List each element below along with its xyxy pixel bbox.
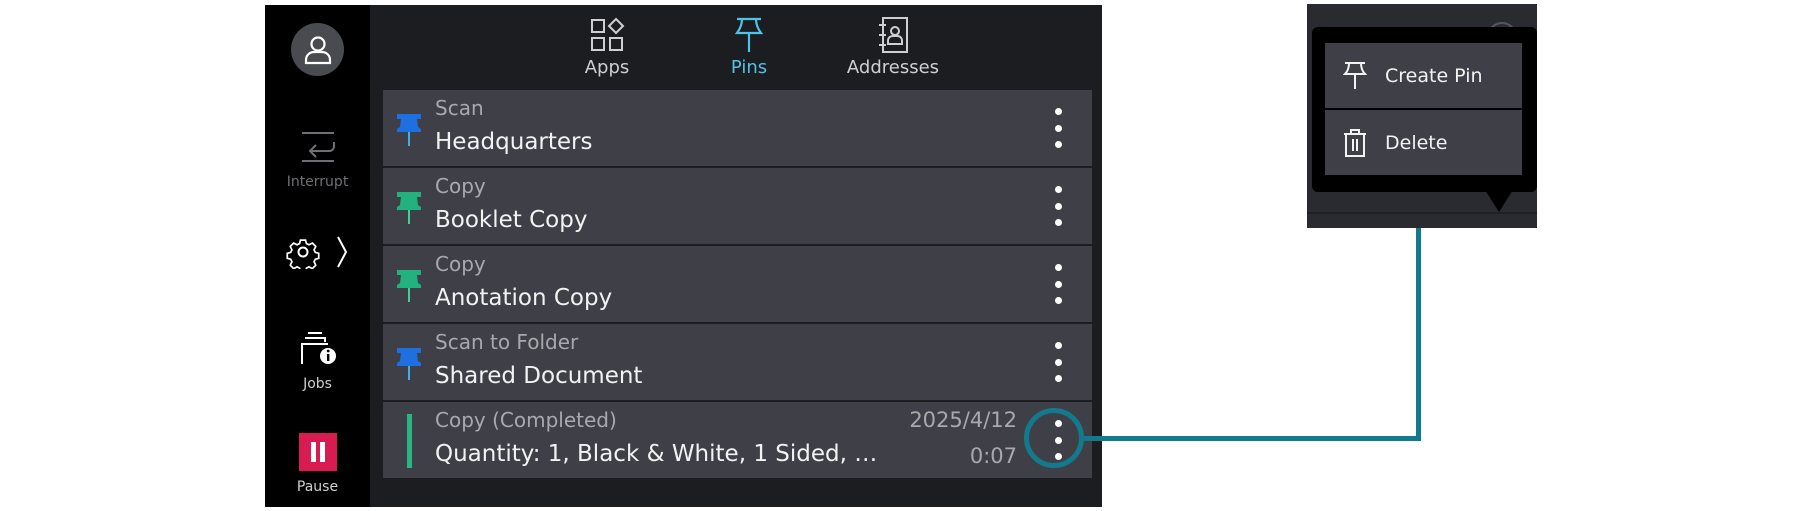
item-type: Scan to Folder — [435, 330, 579, 354]
more-options-button[interactable] — [1050, 108, 1066, 148]
highlight-circle — [1024, 408, 1084, 468]
pins-list: Scan Headquarters Copy Booklet Copy Copy… — [383, 90, 1092, 480]
item-name: Anotation Copy — [435, 285, 613, 311]
item-name: Headquarters — [435, 129, 593, 155]
history-date: 2025/4/12 — [909, 408, 1017, 432]
more-options-button[interactable] — [1050, 264, 1066, 304]
callout-connector — [1416, 228, 1421, 441]
item-name: Booklet Copy — [435, 207, 588, 233]
pause-label: Pause — [296, 479, 339, 495]
user-avatar-button[interactable] — [291, 23, 344, 76]
history-time: 0:07 — [969, 444, 1017, 468]
scan-pin-icon — [397, 348, 421, 380]
tab-pins-label: Pins — [730, 57, 768, 78]
history-type: Copy (Completed) — [435, 408, 617, 432]
pause-icon — [298, 433, 337, 471]
options-menu: Create Pin Delete — [1312, 27, 1537, 192]
user-icon — [304, 35, 331, 64]
item-type: Scan — [435, 96, 484, 120]
popup-pointer — [1485, 190, 1513, 212]
delete-menu-item[interactable]: Delete — [1325, 110, 1522, 175]
callout-connector — [1084, 436, 1421, 441]
more-options-button[interactable] — [1050, 186, 1066, 226]
list-item[interactable]: Scan Headquarters — [383, 90, 1092, 166]
interrupt-button[interactable]: Interrupt — [265, 130, 370, 190]
trash-icon — [1344, 128, 1366, 157]
list-item[interactable]: Copy Booklet Copy — [383, 168, 1092, 244]
more-options-button[interactable] — [1050, 342, 1066, 382]
item-type: Copy — [435, 252, 486, 276]
apps-grid-icon — [591, 17, 625, 51]
interrupt-icon — [301, 132, 335, 162]
tab-addresses[interactable]: Addresses — [828, 15, 958, 78]
background-divider — [1307, 212, 1537, 214]
delete-label: Delete — [1385, 131, 1448, 154]
top-tabs: Apps Pins Addresses — [370, 5, 1102, 90]
create-pin-label: Create Pin — [1385, 64, 1483, 87]
tab-addresses-label: Addresses — [846, 57, 940, 78]
jobs-info-icon — [300, 332, 336, 364]
address-book-icon — [879, 17, 908, 53]
scan-pin-icon — [397, 114, 421, 146]
completed-status-bar — [407, 414, 412, 468]
item-name: Shared Document — [435, 363, 643, 389]
tab-apps[interactable]: Apps — [542, 15, 672, 78]
copy-pin-icon — [397, 270, 421, 302]
history-item[interactable]: Copy (Completed) Quantity: 1, Black & Wh… — [383, 402, 1092, 478]
interrupt-label: Interrupt — [286, 174, 349, 190]
gear-icon — [286, 239, 320, 273]
pin-icon — [1343, 61, 1367, 89]
tab-apps-label: Apps — [584, 57, 630, 78]
pin-icon — [734, 17, 764, 52]
create-pin-menu-item[interactable]: Create Pin — [1325, 43, 1522, 108]
copy-pin-icon — [397, 192, 421, 224]
history-details: Quantity: 1, Black & White, 1 Sided, … — [435, 441, 878, 467]
tab-pins[interactable]: Pins — [684, 15, 814, 78]
item-type: Copy — [435, 174, 486, 198]
device-panel: Interrupt Jobs Pause Apps Pins Addresses… — [265, 5, 1102, 507]
settings-button[interactable] — [265, 235, 370, 273]
jobs-button[interactable]: Jobs — [265, 330, 370, 392]
sidebar: Interrupt Jobs Pause — [265, 5, 370, 507]
list-item[interactable]: Copy Anotation Copy — [383, 246, 1092, 322]
chevron-right-icon — [336, 236, 347, 268]
options-popup-callout: Create Pin Delete — [1307, 4, 1537, 228]
jobs-label: Jobs — [303, 376, 332, 392]
list-item[interactable]: Scan to Folder Shared Document — [383, 324, 1092, 400]
pause-button[interactable]: Pause — [265, 433, 370, 495]
